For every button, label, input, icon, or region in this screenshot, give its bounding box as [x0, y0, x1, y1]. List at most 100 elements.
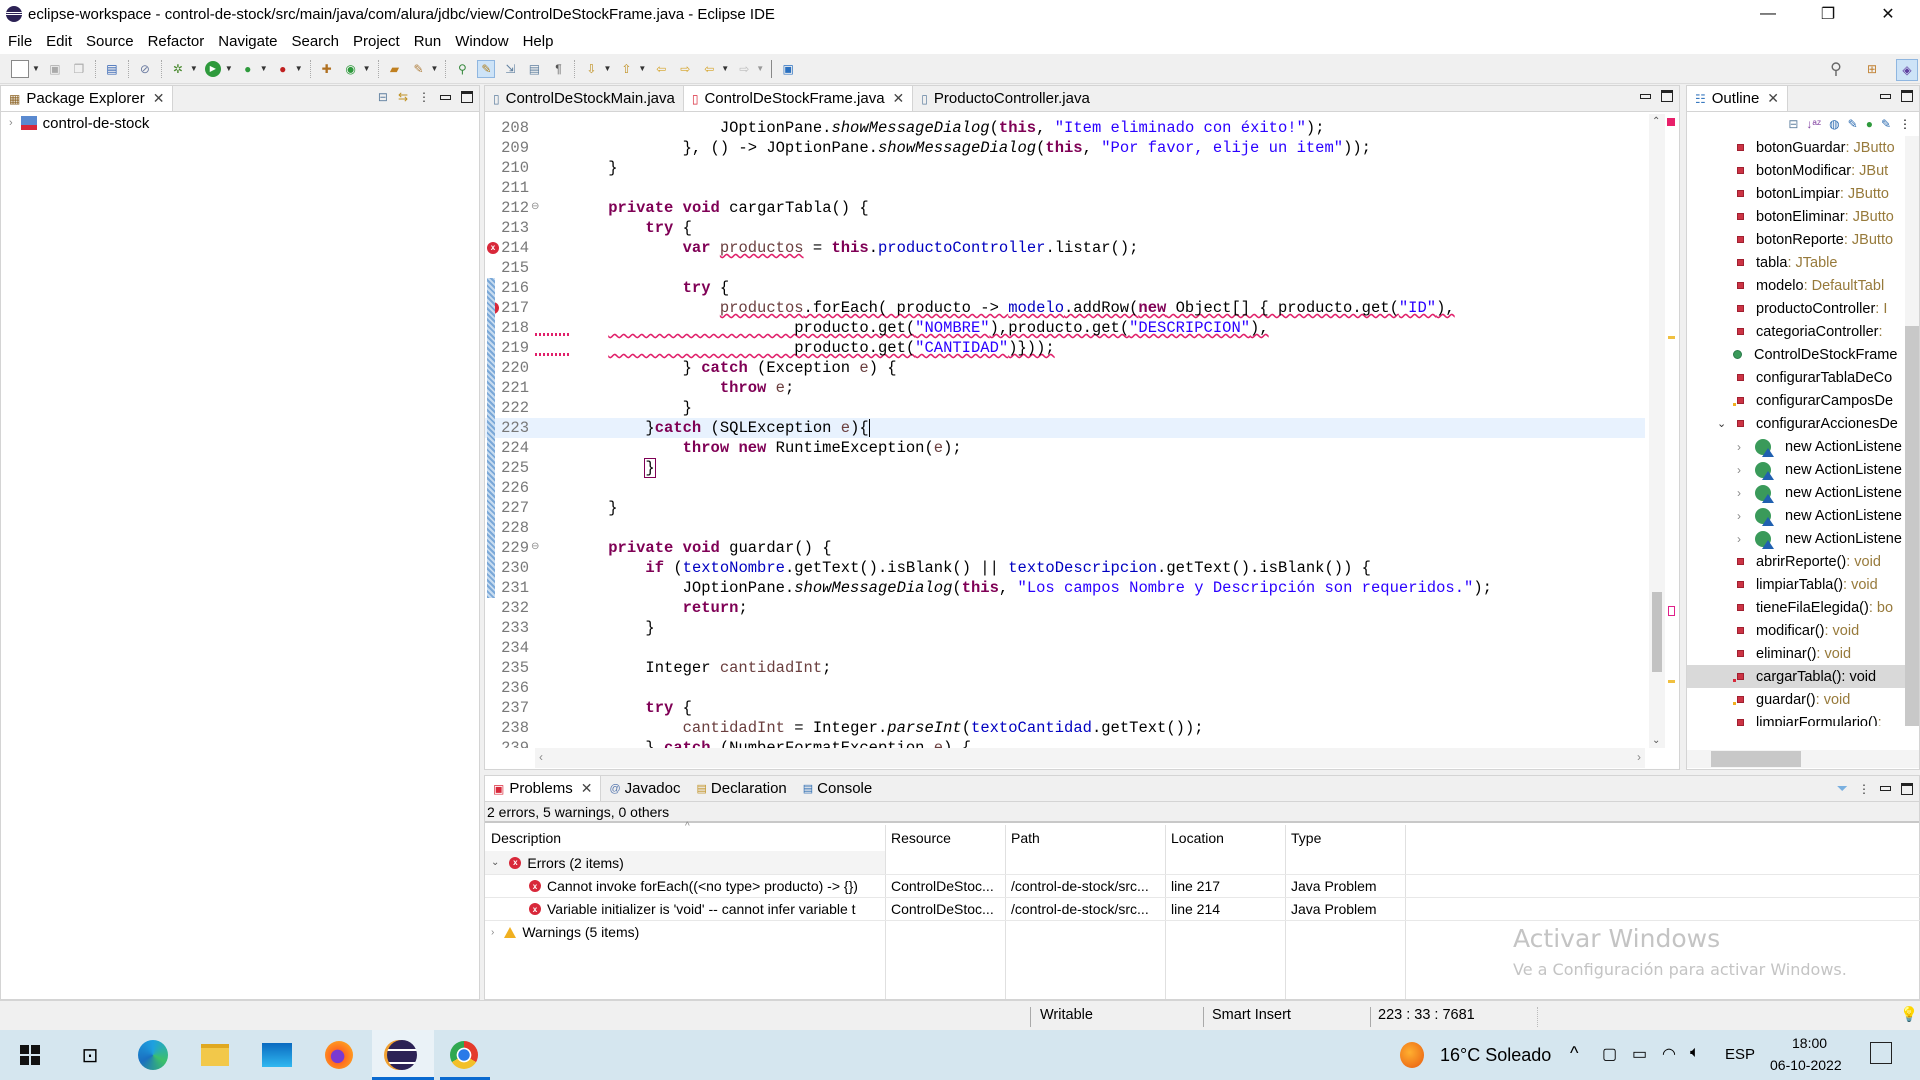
menu-search[interactable]: Search [291, 33, 339, 50]
error-overview-marker[interactable] [1667, 118, 1675, 126]
word-wrap-icon[interactable]: ⇲ [501, 60, 519, 78]
hide-static-icon[interactable]: ✎ [1848, 117, 1858, 131]
menu-help[interactable]: Help [523, 33, 554, 50]
outline-item[interactable]: botonModificar : JBut [1687, 159, 1905, 182]
outline-item[interactable]: categoriaController : [1687, 320, 1905, 343]
column-type[interactable]: Type [1291, 830, 1321, 846]
mark-occurrences-icon[interactable]: ✎ [477, 59, 496, 78]
sort-icon[interactable]: ↓ᵃᶻ [1806, 117, 1821, 131]
code-line[interactable]: 233 } [485, 618, 1645, 638]
fold-icon[interactable]: ⊖ [531, 198, 539, 218]
collapse-all-icon[interactable]: ⊟ [378, 90, 388, 104]
terminal-icon[interactable]: ▤ [103, 60, 121, 78]
wifi-icon[interactable]: ◠ [1662, 1044, 1676, 1064]
outline-horizontal-scrollbar[interactable] [1687, 750, 1919, 768]
coverage-icon[interactable]: ● [239, 60, 257, 78]
errors-group-row[interactable]: ⌄ x Errors (2 items) [485, 851, 885, 874]
expand-chevron-icon[interactable]: › [1737, 463, 1741, 477]
back-icon[interactable]: ⇦ [700, 60, 718, 78]
save-icon[interactable]: ▣ [46, 60, 64, 78]
maximize-editor-icon[interactable] [1661, 90, 1673, 102]
edge-icon[interactable] [136, 1038, 170, 1072]
weather-text[interactable]: 16°C Soleado [1440, 1045, 1551, 1066]
tab-problems[interactable]: ▣ Problems ✕ [485, 776, 602, 801]
code-line[interactable]: 226 [485, 478, 1645, 498]
show-whitespace-icon[interactable]: ¶ [549, 60, 567, 78]
menu-project[interactable]: Project [353, 33, 400, 50]
code-line[interactable]: 219 producto.get("CANTIDAD")})); [485, 338, 1645, 358]
code-line[interactable]: 235 Integer cantidadInt; [485, 658, 1645, 678]
minimize-button[interactable]: — [1740, 0, 1796, 28]
status-insert-mode[interactable]: Smart Insert [1212, 1007, 1291, 1023]
restore-button[interactable]: ❐ [1800, 0, 1856, 28]
previous-annotation-dropdown-icon[interactable]: ▼ [638, 64, 646, 73]
next-annotation-dropdown-icon[interactable]: ▼ [603, 64, 611, 73]
outline-item[interactable]: configurarTablaDeCo [1687, 366, 1905, 389]
view-menu-icon[interactable]: ⋮ [1858, 782, 1870, 796]
show-hidden-icons-icon[interactable]: ^ [1570, 1043, 1578, 1064]
code-line[interactable]: 222 } [485, 398, 1645, 418]
outline-item[interactable]: guardar() : void [1687, 688, 1905, 711]
block-selection-icon[interactable]: ▤ [525, 60, 543, 78]
minimize-view-icon[interactable] [1880, 786, 1891, 791]
menu-file[interactable]: File [8, 33, 32, 50]
code-line[interactable]: 208 JOptionPane.showMessageDialog(this, … [485, 118, 1645, 138]
view-menu-icon[interactable]: ⋮ [418, 90, 430, 104]
maximize-view-icon[interactable] [461, 91, 473, 103]
outline-item[interactable]: abrirReporte() : void [1687, 550, 1905, 573]
hide-fields-icon[interactable]: ◍ [1829, 117, 1839, 131]
fold-icon[interactable]: ⊖ [531, 538, 539, 558]
scroll-left-icon[interactable]: ‹ [539, 750, 543, 764]
code-line[interactable]: 215 [485, 258, 1645, 278]
previous-annotation-icon[interactable]: ⇧ [617, 60, 635, 78]
expand-chevron-icon[interactable]: › [9, 117, 13, 129]
menu-run[interactable]: Run [414, 33, 442, 50]
expand-chevron-icon[interactable]: › [1737, 486, 1741, 500]
maximize-view-icon[interactable] [1901, 90, 1913, 102]
code-line[interactable]: 211 [485, 178, 1645, 198]
outline-vertical-scrollbar[interactable] [1905, 136, 1919, 726]
tab-outline[interactable]: ☷ Outline ✕ [1687, 86, 1789, 111]
firefox-icon[interactable] [322, 1038, 356, 1072]
tab-package-explorer[interactable]: ▦ Package Explorer ✕ [1, 86, 174, 111]
search-dropdown-icon[interactable]: ▼ [431, 64, 439, 73]
chrome-icon[interactable] [447, 1038, 481, 1072]
code-line[interactable]: 227 } [485, 498, 1645, 518]
new-icon[interactable] [11, 59, 29, 78]
code-line[interactable]: 238 cantidadInt = Integer.parseInt(texto… [485, 718, 1645, 738]
tab-controldestockmain[interactable]: ▯ ControlDeStockMain.java [485, 86, 683, 111]
search-tool-icon[interactable]: ✎ [410, 60, 428, 78]
save-all-icon[interactable]: ❐ [70, 60, 88, 78]
menu-refactor[interactable]: Refactor [148, 33, 205, 50]
code-line[interactable]: 237 try { [485, 698, 1645, 718]
skip-breakpoints-icon[interactable]: ⊘ [136, 60, 154, 78]
expand-chevron-icon[interactable]: › [1737, 509, 1741, 523]
expand-chevron-icon[interactable]: › [1737, 440, 1741, 454]
outline-item[interactable]: ControlDeStockFrame [1687, 343, 1905, 366]
warning-overview-marker[interactable] [1668, 336, 1675, 339]
new-class-dropdown-icon[interactable]: ▼ [363, 64, 371, 73]
editor-vertical-scrollbar[interactable]: ⌃ ⌄ [1649, 114, 1665, 748]
notifications-icon[interactable] [1870, 1042, 1892, 1064]
warning-overview-marker[interactable] [1668, 680, 1675, 683]
external-tools-dropdown-icon[interactable]: ▼ [295, 64, 303, 73]
outline-item[interactable]: limpiarFormulario() : [1687, 711, 1905, 726]
tab-declaration[interactable]: ▤ Declaration [688, 776, 794, 801]
code-line[interactable]: 209 }, () -> JOptionPane.showMessageDial… [485, 138, 1645, 158]
last-edit-location-icon[interactable]: ⇦ [652, 60, 670, 78]
menu-source[interactable]: Source [86, 33, 134, 50]
outline-item[interactable]: › new ActionListene [1687, 458, 1905, 481]
tab-controldestockframe[interactable]: ▯ ControlDeStockFrame.java ✕ [682, 86, 914, 111]
expand-chevron-icon[interactable]: › [1737, 532, 1741, 546]
column-resource[interactable]: Resource [891, 830, 951, 846]
outline-item[interactable]: ⌄ configurarAccionesDe [1687, 412, 1905, 435]
outline-item[interactable]: tabla : JTable [1687, 251, 1905, 274]
column-description[interactable]: Description [491, 830, 561, 846]
collapse-chevron-icon[interactable]: ⌄ [1717, 417, 1726, 430]
scroll-down-icon[interactable]: ⌄ [1652, 735, 1660, 746]
code-line[interactable]: 212 ⊖ private void cargarTabla() { [485, 198, 1645, 218]
close-window-button[interactable]: ✕ [1860, 0, 1916, 28]
toggle-breadcrumb-icon[interactable]: ⚲ [453, 60, 471, 78]
open-type-icon[interactable]: ▰ [386, 60, 404, 78]
code-line[interactable]: 223 }catch (SQLException e){ [485, 418, 1645, 438]
